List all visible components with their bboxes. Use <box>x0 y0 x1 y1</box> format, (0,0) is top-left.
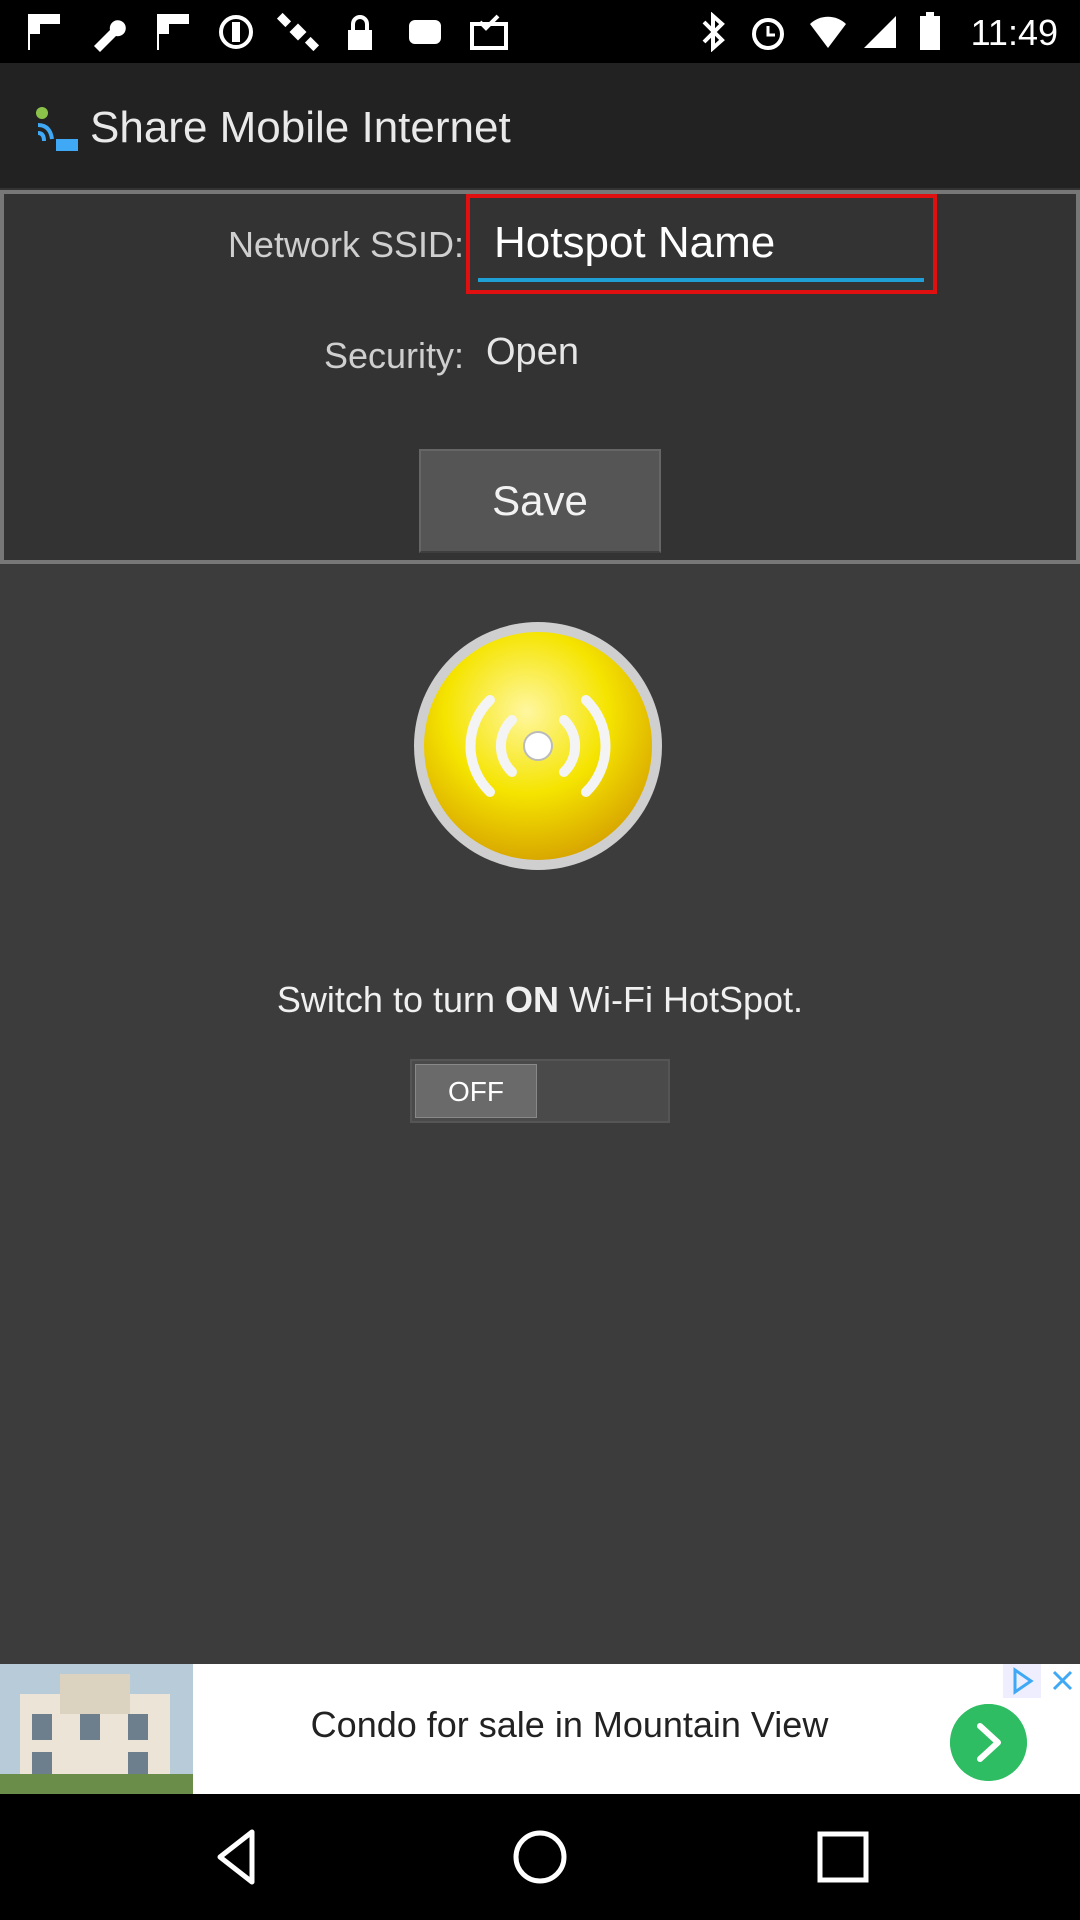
ad-text[interactable]: Condo for sale in Mountain View <box>193 1704 946 1746</box>
hotspot-settings-panel: Network SSID: Security: Open Save <box>0 190 1080 564</box>
instruction-suffix: Wi-Fi HotSpot. <box>559 979 804 1020</box>
hotspot-toggle[interactable]: OFF <box>410 1059 670 1123</box>
ad-arrow-icon[interactable] <box>950 1704 1027 1781</box>
cell-signal-icon <box>864 16 896 48</box>
ad-choices-icon[interactable] <box>1003 1664 1041 1698</box>
lock-icon <box>348 15 372 50</box>
bluetooth-icon <box>702 12 725 52</box>
status-time: 11:49 <box>970 12 1058 53</box>
main-area: Switch to turn ON Wi-Fi HotSpot. OFF <box>0 564 1080 1664</box>
inbox-check-icon <box>470 14 508 50</box>
satellite-icon <box>276 12 320 52</box>
flipboard-icon <box>28 14 60 50</box>
ad-building-image <box>0 1664 193 1794</box>
wrench-icon <box>94 20 126 52</box>
alarm-icon <box>752 18 784 50</box>
instruction-on-word: ON <box>505 979 560 1020</box>
app-title: Share Mobile Internet <box>90 103 511 152</box>
app-logo-icon <box>36 107 78 151</box>
flipboard-icon-2 <box>157 14 189 50</box>
security-label: Security: <box>323 335 464 376</box>
circle-status-icon <box>219 15 253 49</box>
ad-close-icon[interactable] <box>1045 1664 1080 1698</box>
battery-icon <box>920 12 940 50</box>
network-ssid-input[interactable] <box>478 208 924 282</box>
home-nav-icon[interactable] <box>505 1822 575 1892</box>
hotspot-signal-icon[interactable] <box>412 620 664 872</box>
wifi-signal-icon <box>810 16 846 48</box>
navigation-bar <box>0 1794 1080 1920</box>
ssid-highlight-box <box>466 194 937 294</box>
toggle-knob: OFF <box>415 1064 537 1118</box>
status-bar: 11:49 <box>0 0 1080 63</box>
security-value[interactable]: Open <box>486 331 579 374</box>
instruction-prefix: Switch to turn <box>276 979 506 1020</box>
network-ssid-label: Network SSID: <box>227 224 464 265</box>
ad-banner[interactable]: Condo for sale in Mountain View <box>0 1664 1080 1794</box>
save-button[interactable]: Save <box>419 449 661 553</box>
switch-instruction: Switch to turn ON Wi-Fi HotSpot. <box>0 979 1080 1021</box>
recents-nav-icon[interactable] <box>808 1822 878 1892</box>
back-nav-icon[interactable] <box>202 1822 272 1892</box>
android-icon <box>409 20 441 44</box>
app-bar: Share Mobile Internet <box>0 63 1080 190</box>
